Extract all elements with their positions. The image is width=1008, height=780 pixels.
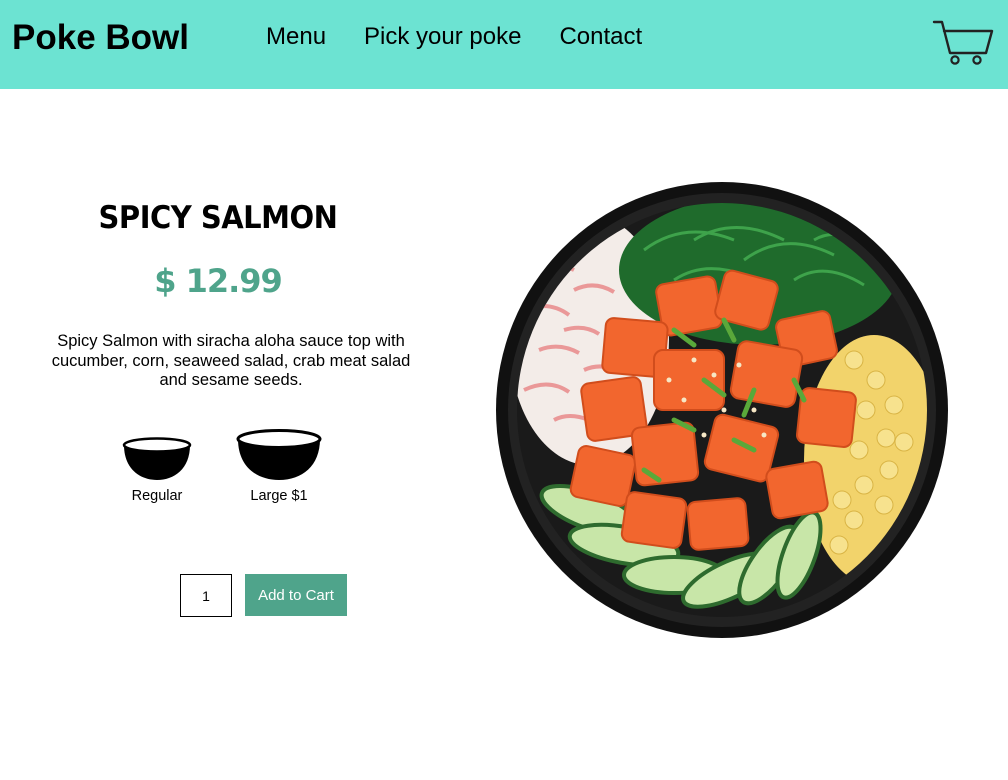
shopping-cart-icon[interactable] xyxy=(930,17,996,67)
nav-contact[interactable]: Contact xyxy=(559,23,642,51)
small-bowl-icon xyxy=(122,437,192,480)
size-option-large[interactable]: Large $1 xyxy=(232,428,326,504)
product-price: $ 12.99 xyxy=(154,262,283,300)
size-label-large: Large $1 xyxy=(250,488,308,504)
size-option-regular[interactable]: Regular xyxy=(116,436,198,504)
site-logo[interactable]: Poke Bowl xyxy=(12,18,189,58)
add-to-cart-button[interactable]: Add to Cart xyxy=(245,574,347,616)
product-title: SPICY SALMON xyxy=(98,198,338,236)
product-description: Spicy Salmon with siracha aloha sauce to… xyxy=(51,332,411,389)
main-nav: Menu Pick your poke Contact xyxy=(266,23,680,51)
poke-bowl-image xyxy=(496,182,948,638)
nav-pick-your-poke[interactable]: Pick your poke xyxy=(364,23,521,51)
large-bowl-icon xyxy=(236,429,322,480)
site-header: Poke Bowl Menu Pick your poke Contact xyxy=(0,0,1008,89)
quantity-input[interactable] xyxy=(180,574,232,617)
size-label-regular: Regular xyxy=(131,488,183,504)
nav-menu[interactable]: Menu xyxy=(266,23,326,51)
